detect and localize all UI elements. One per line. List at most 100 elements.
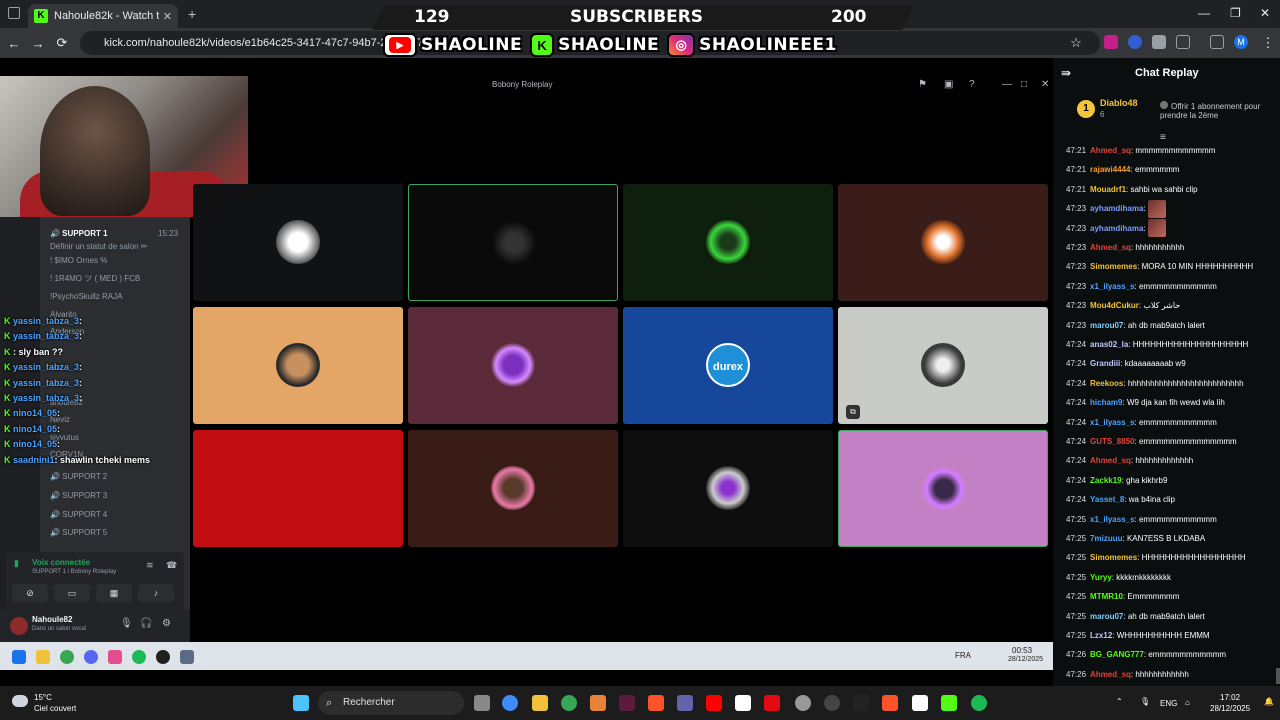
message-username[interactable]: Grandiii [1090, 359, 1120, 368]
extension-icon[interactable] [1104, 35, 1118, 49]
message-username[interactable]: Mou4dCukur [1090, 301, 1139, 310]
participant-tile[interactable] [193, 307, 403, 424]
participant-tile[interactable] [623, 184, 833, 301]
new-tab-button[interactable]: + [188, 6, 196, 22]
tab-search-icon[interactable] [8, 7, 20, 19]
microphone-icon[interactable]: 🎙 [1140, 697, 1150, 706]
close-icon[interactable]: ✕ [1041, 79, 1049, 90]
copilot-icon[interactable] [502, 695, 518, 711]
chevron-up-icon[interactable]: ⌃ [1116, 697, 1123, 706]
participant-tile-speaking[interactable] [408, 184, 618, 301]
participant-tile[interactable] [408, 430, 618, 547]
message-username[interactable]: Simomemes [1090, 262, 1137, 271]
app-icon[interactable] [735, 695, 751, 711]
bookmark-star-icon[interactable]: ☆ [1064, 35, 1088, 51]
message-username[interactable]: Lzx12 [1090, 631, 1112, 640]
profile-avatar[interactable]: M [1234, 35, 1248, 49]
message-username[interactable]: Ahmed_sq [1090, 243, 1131, 252]
voice-channel-item[interactable]: ! 1R4MO ツ ( MED ) FCB [50, 273, 140, 284]
reading-list-icon[interactable] [1210, 35, 1224, 49]
soundboard-icon[interactable]: ♪ [138, 584, 174, 602]
extension-icon[interactable] [1128, 35, 1142, 49]
message-username[interactable]: ayhamdihama [1090, 204, 1143, 213]
back-button[interactable]: ← [2, 36, 26, 51]
voice-channel-item[interactable]: 🔊 SUPPORT 4 [50, 510, 107, 519]
reload-button[interactable]: ⟳ [50, 35, 74, 51]
message-username[interactable]: x1_ilyass_s [1090, 418, 1135, 427]
voice-channel-item[interactable]: 🔊 SUPPORT 3 [50, 491, 107, 500]
minimize-icon[interactable]: — [1198, 6, 1210, 20]
message-username[interactable]: Yuryy [1090, 573, 1112, 582]
windows-start-icon[interactable] [293, 695, 309, 711]
voice-channel-item[interactable]: 🔊 SUPPORT 2 [50, 472, 107, 481]
noise-suppression-icon[interactable]: ≋ [146, 560, 154, 571]
app-icon[interactable] [853, 695, 869, 711]
message-username[interactable]: marou07 [1090, 612, 1123, 621]
clock-date[interactable]: 28/12/2025 [1210, 704, 1250, 713]
message-username[interactable]: Simomemes [1090, 553, 1137, 562]
microphone-icon[interactable]: 🎙 [120, 618, 133, 629]
message-username[interactable]: Ahmed_sq [1090, 146, 1131, 155]
file-explorer-icon[interactable] [532, 695, 548, 711]
chrome-icon[interactable] [561, 695, 577, 711]
flag-icon[interactable]: ⚑ [918, 79, 927, 90]
app-icon[interactable] [824, 695, 840, 711]
message-username[interactable]: x1_ilyass_s [1090, 282, 1135, 291]
search-box[interactable]: ⌕ Rechercher [318, 691, 464, 715]
participant-tile[interactable] [838, 184, 1048, 301]
minimize-icon[interactable]: — [1002, 79, 1012, 90]
message-username[interactable]: Zackk19 [1090, 476, 1122, 485]
participant-tile[interactable] [193, 430, 403, 547]
message-username[interactable]: rajawi4444 [1090, 165, 1130, 174]
message-username[interactable]: BG_GANG777 [1090, 650, 1144, 659]
message-username[interactable]: anas02_la [1090, 340, 1128, 349]
input-language[interactable]: ENG [1160, 699, 1177, 708]
scrollbar[interactable] [1276, 668, 1280, 684]
participant-tile[interactable]: durex [623, 307, 833, 424]
headphones-icon[interactable]: 🎧 [140, 618, 152, 629]
message-username[interactable]: MTMR10 [1090, 592, 1123, 601]
message-username[interactable]: x1_ilyass_s [1090, 515, 1135, 524]
close-window-icon[interactable]: ✕ [1260, 6, 1270, 20]
message-username[interactable]: 7mizuuu [1090, 534, 1122, 543]
participant-tile-speaking[interactable] [838, 430, 1048, 547]
help-icon[interactable]: ? [969, 79, 975, 90]
message-username[interactable]: hicham9 [1090, 398, 1122, 407]
voice-channel-item[interactable]: !PsychoSkullz RAJA [50, 292, 122, 301]
popout-icon[interactable]: ⧉ [846, 405, 860, 419]
voice-channel-item[interactable]: 🔊 SUPPORT 5 [50, 528, 107, 537]
notification-icon[interactable]: 🔔 [1264, 697, 1274, 706]
tab-close-icon[interactable]: ✕ [163, 10, 172, 23]
voice-channel-item[interactable]: ! $IMO Ornes % [50, 256, 107, 265]
avatar[interactable] [10, 617, 28, 635]
task-view-icon[interactable] [474, 695, 490, 711]
message-username[interactable]: Reekoos [1090, 379, 1123, 388]
network-icon[interactable]: ⌂ [1185, 698, 1190, 707]
app-icon[interactable] [912, 695, 928, 711]
disconnect-icon[interactable]: ☎ [166, 560, 177, 571]
extensions-puzzle-icon[interactable] [1176, 35, 1190, 49]
app-icon[interactable] [619, 695, 635, 711]
gear-icon[interactable]: ⚙ [162, 618, 171, 629]
message-username[interactable]: GUTS_8850 [1090, 437, 1134, 446]
voice-channel-item[interactable]: 🔊 SUPPORT 1 [50, 229, 108, 238]
participant-tile[interactable] [193, 184, 403, 301]
extension-icon[interactable] [1152, 35, 1166, 49]
gift-offer[interactable]: Offrir 1 abonnement pour prendre la 2ème [1160, 101, 1280, 120]
app-icon[interactable] [795, 695, 811, 711]
spotify-icon[interactable] [971, 695, 987, 711]
participant-tile[interactable] [408, 307, 618, 424]
camera-off-icon[interactable]: ⊘ [12, 584, 48, 602]
forward-button[interactable]: → [26, 36, 50, 51]
brave-icon[interactable] [882, 695, 898, 711]
message-username[interactable]: Ahmed_sq [1090, 670, 1131, 679]
kick-icon[interactable] [941, 695, 957, 711]
teams-icon[interactable] [677, 695, 693, 711]
screen-icon[interactable]: ▣ [944, 79, 953, 90]
maximize-icon[interactable]: ❐ [1230, 6, 1241, 20]
collapse-chat-icon[interactable]: ⇛ [1061, 66, 1071, 80]
message-username[interactable]: ayhamdihama [1090, 224, 1143, 233]
browser-tab[interactable]: K Nahoule82k - Watch the VO ✕ [28, 4, 178, 28]
top-gifter[interactable]: 1 Diablo48 6 Offrir 1 abonnement pour pr… [1063, 96, 1273, 136]
message-username[interactable]: marou07 [1090, 321, 1123, 330]
